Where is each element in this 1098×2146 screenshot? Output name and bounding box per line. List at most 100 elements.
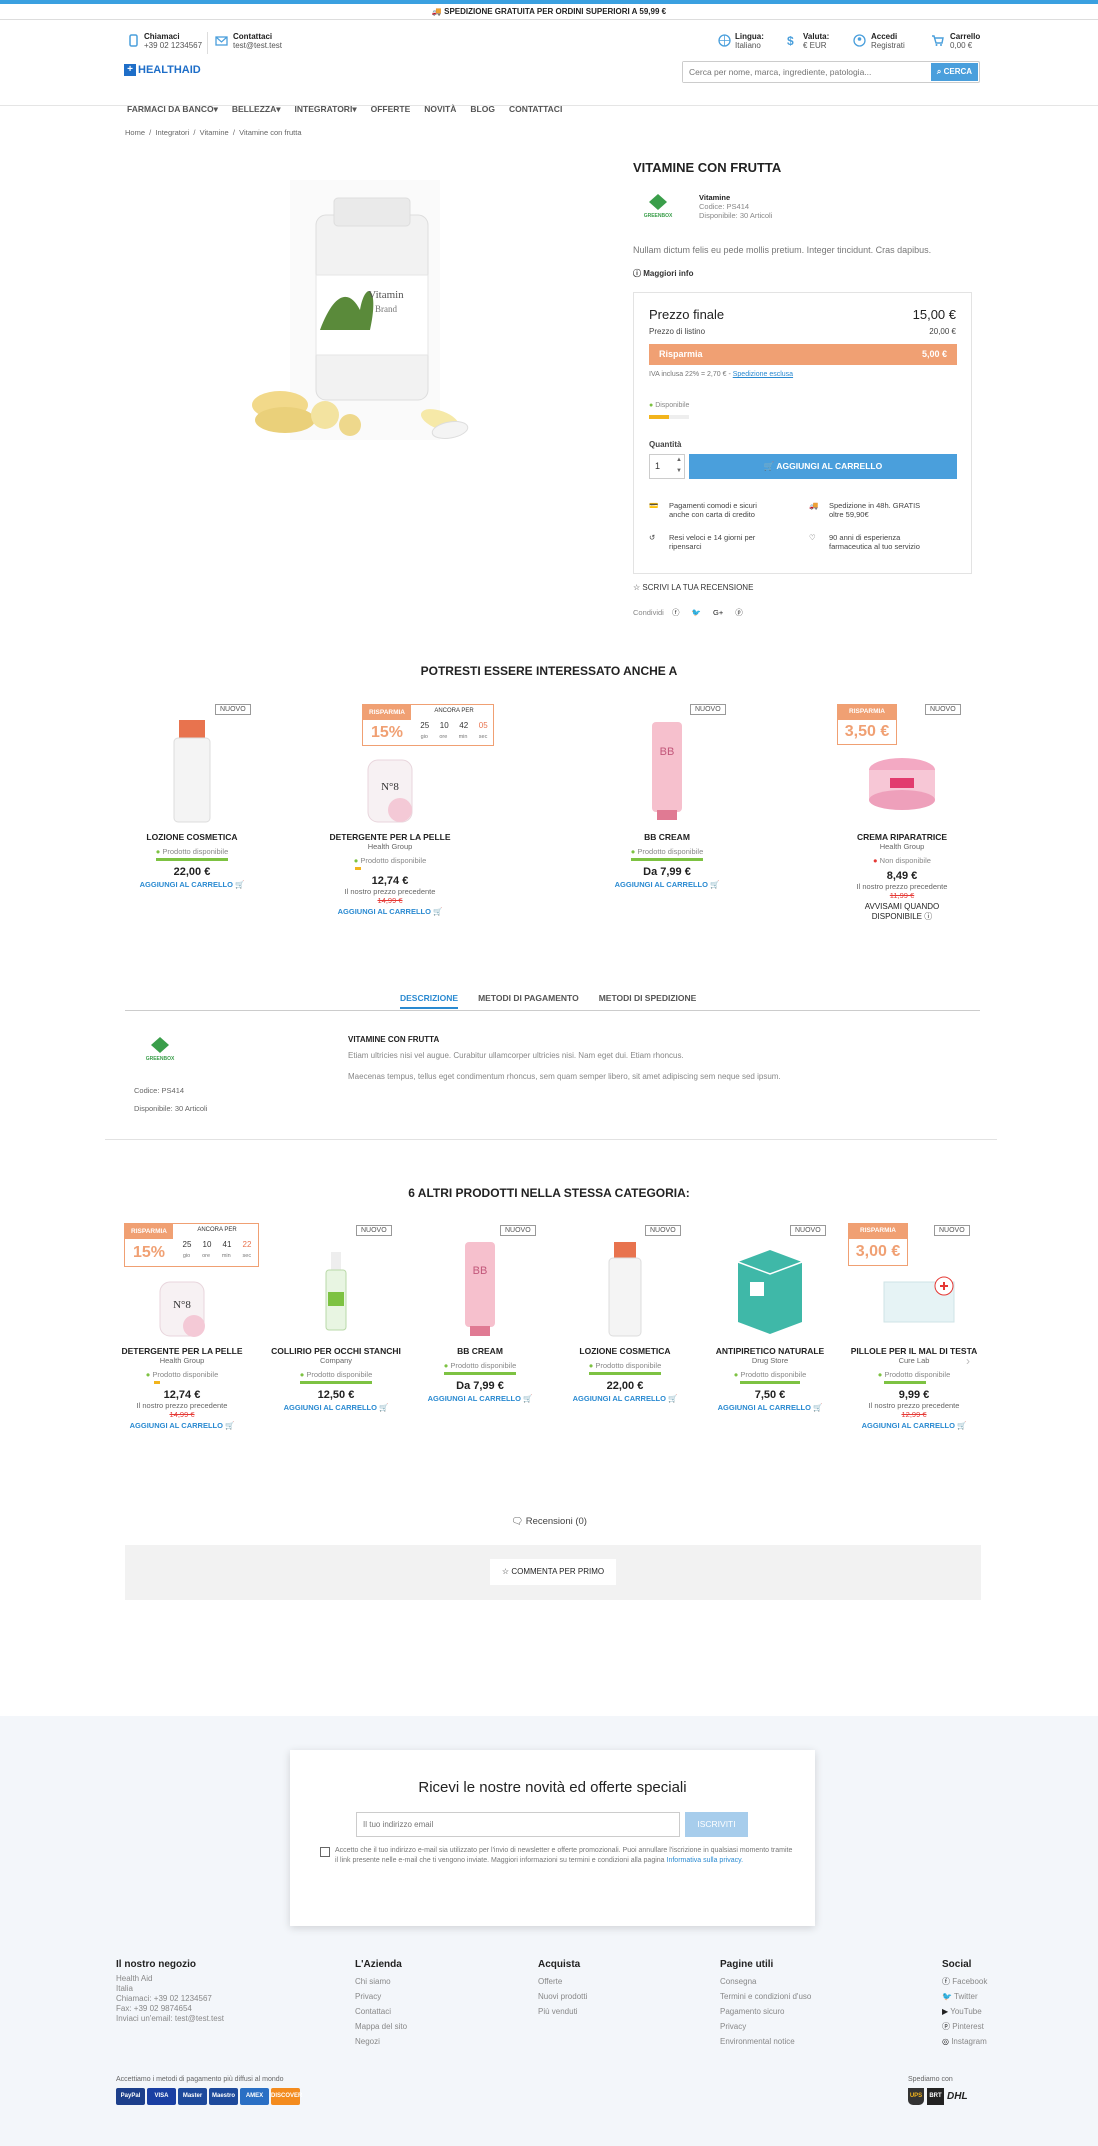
footer-link[interactable]: Privacy: [355, 1989, 407, 2004]
product-image[interactable]: Vitamin Brand: [240, 180, 500, 470]
breadcrumb-vitamine[interactable]: Vitamine: [200, 128, 229, 137]
product-card[interactable]: NUOVO LOZIONE COSMETICA ● Prodotto dispo…: [545, 1222, 705, 1403]
cart-link[interactable]: Carrello 0,00 €: [950, 32, 980, 50]
quantity-stepper[interactable]: 1 ▲ ▼: [649, 454, 685, 479]
add-to-cart-label: AGGIUNGI AL CARRELLO: [614, 880, 708, 889]
nav-item-integratori[interactable]: INTEGRATORI▾: [295, 104, 357, 115]
previous-price-label: Il nostro prezzo precedente: [136, 1401, 228, 1410]
add-to-cart-label: AGGIUNGI AL CARRELLO: [427, 1394, 521, 1403]
nav-item-contattaci[interactable]: CONTATTACI: [509, 104, 562, 115]
stepper-arrows-icon[interactable]: ▲ ▼: [676, 455, 682, 477]
footer-link[interactable]: Chi siamo: [355, 1974, 407, 1989]
tab-shipping[interactable]: METODI DI SPEDIZIONE: [599, 993, 697, 1009]
add-to-cart-link[interactable]: AGGIUNGI AL CARRELLO 🛒: [300, 907, 480, 916]
footer-link[interactable]: Negozi: [355, 2034, 407, 2049]
tab-description[interactable]: DESCRIZIONE: [400, 993, 459, 1009]
store-email[interactable]: Inviaci un'email: test@test.test: [116, 2014, 224, 2024]
currency-selector[interactable]: Valuta: € EUR: [803, 32, 829, 50]
product-card[interactable]: NUOVO BB BB CREAM ● Prodotto disponibile…: [577, 700, 757, 889]
language-label: Lingua:: [735, 32, 764, 41]
comment-first-button[interactable]: ☆ COMMENTA PER PRIMO: [490, 1559, 616, 1585]
nav-item-offerte[interactable]: OFFERTE: [371, 104, 411, 115]
footer-link[interactable]: Contattaci: [355, 2004, 407, 2019]
description-meta: Codice: PS414 Disponibile: 30 Articoli: [134, 1082, 207, 1118]
truck-icon: 🚚: [809, 501, 819, 510]
footer-link[interactable]: Privacy: [720, 2019, 811, 2034]
logo[interactable]: + HEALTHAID: [124, 64, 201, 77]
divider: [207, 32, 208, 54]
product-price: Da 7,99 €: [643, 866, 691, 878]
add-to-cart-link[interactable]: AGGIUNGI AL CARRELLO 🛒: [256, 1403, 416, 1412]
search-input[interactable]: [683, 62, 928, 82]
product-card[interactable]: RISPARMIA 15% ANCORA PER 25 10 42 05 gio ore…: [300, 700, 494, 916]
social-pinterest[interactable]: ⓟ Pinterest: [942, 2019, 987, 2034]
countdown-units: gio ore min sec: [415, 734, 493, 740]
nav-item-farmaci[interactable]: FARMACI DA BANCO▾: [127, 104, 218, 115]
notify-when-available[interactable]: AVVISAMI QUANDO DISPONIBILE ⓘ: [862, 902, 942, 922]
brand-logo[interactable]: GREENBOX: [643, 193, 673, 223]
product-brand: Cure Lab: [898, 1356, 930, 1365]
footer-link[interactable]: Nuovi prodotti: [538, 1989, 587, 2004]
footer-link[interactable]: Consegna: [720, 1974, 811, 1989]
login-link[interactable]: Accedi Registrati: [871, 32, 905, 50]
discover-icon: DISCOVER: [271, 2088, 302, 2105]
carousel-next-icon[interactable]: ›: [966, 1354, 970, 1368]
subscribe-button[interactable]: ISCRIVITI: [685, 1812, 748, 1837]
footer-link[interactable]: Pagamento sicuro: [720, 2004, 811, 2019]
add-to-cart-link[interactable]: AGGIUNGI AL CARRELLO 🛒: [102, 880, 282, 889]
pinterest-icon[interactable]: ⓟ: [735, 608, 743, 617]
reviews-area: ☆ COMMENTA PER PRIMO: [125, 1545, 981, 1600]
social-instagram[interactable]: ◎ Instagram: [942, 2034, 987, 2049]
twitter-icon[interactable]: 🐦: [692, 608, 701, 617]
shipping-excluded-link[interactable]: Spedizione esclusa: [733, 371, 793, 378]
product-name: COLLIRIO PER OCCHI STANCHI: [271, 1346, 401, 1356]
add-to-cart-link[interactable]: AGGIUNGI AL CARRELLO 🛒: [690, 1403, 850, 1412]
breadcrumb-home[interactable]: Home: [125, 128, 145, 137]
product-card[interactable]: NUOVO BB BB CREAM ● Prodotto disponibile…: [400, 1222, 560, 1403]
footer-shop: Acquista Offerte Nuovi prodotti Più vend…: [538, 1957, 587, 2019]
header-call[interactable]: Chiamaci +39 02 1234567: [144, 32, 202, 50]
footer-link[interactable]: Mappa del sito: [355, 2019, 407, 2034]
product-card[interactable]: RISPARMIA 3,50 € NUOVO CREMA RIPARATRICE…: [812, 700, 992, 922]
add-to-cart-link[interactable]: AGGIUNGI AL CARRELLO 🛒: [400, 1394, 560, 1403]
privacy-link[interactable]: Informativa sulla privacy.: [667, 1857, 744, 1864]
product-brand: Company: [319, 1356, 353, 1365]
product-card[interactable]: RISPARMIA 15% ANCORA PER 25 10 41 22 gio ore…: [102, 1222, 262, 1430]
footer-link[interactable]: Offerte: [538, 1974, 587, 1989]
add-to-cart-link[interactable]: AGGIUNGI AL CARRELLO 🛒: [102, 1421, 262, 1430]
write-review-link[interactable]: ☆ SCRIVI LA TUA RECENSIONE: [633, 583, 753, 592]
product-card[interactable]: NUOVO ANTIPIRETICO NATURALE Drug Store ●…: [690, 1222, 850, 1412]
footer-link[interactable]: Più venduti: [538, 2004, 587, 2019]
newsletter-email-input[interactable]: [356, 1812, 680, 1837]
product-thumbnail: BB: [465, 1242, 495, 1336]
nav-item-novita[interactable]: NOVITÀ: [424, 104, 456, 115]
product-card[interactable]: RISPARMIA 3,00 € NUOVO PILLOLE PER IL MA…: [834, 1222, 994, 1430]
social-twitter[interactable]: 🐦 Twitter: [942, 1989, 987, 2004]
brt-icon: BRT: [927, 2088, 944, 2105]
add-to-cart-link[interactable]: AGGIUNGI AL CARRELLO 🛒: [545, 1394, 705, 1403]
search-button[interactable]: ⌕ CERCA: [931, 63, 978, 81]
nav-item-bellezza[interactable]: BELLEZZA▾: [232, 104, 281, 115]
breadcrumb-integratori[interactable]: Integratori: [155, 128, 189, 137]
footer-link[interactable]: Environmental notice: [720, 2034, 811, 2049]
footer-link[interactable]: Termini e condizioni d'uso: [720, 1989, 811, 2004]
add-to-cart-link[interactable]: AGGIUNGI AL CARRELLO 🛒: [577, 880, 757, 889]
product-card[interactable]: NUOVO COLLIRIO PER OCCHI STANCHI Company…: [256, 1222, 416, 1412]
old-price: 12,99 €: [901, 1410, 927, 1419]
social-facebook[interactable]: ⓕ Facebook: [942, 1974, 987, 1989]
add-to-cart-button[interactable]: 🛒 AGGIUNGI AL CARRELLO: [689, 454, 957, 479]
tab-payment[interactable]: METODI DI PAGAMENTO: [478, 993, 579, 1009]
googleplus-icon[interactable]: G+: [713, 608, 723, 617]
consent-checkbox[interactable]: [320, 1847, 330, 1857]
add-to-cart-link[interactable]: AGGIUNGI AL CARRELLO 🛒: [834, 1421, 994, 1430]
header-contact[interactable]: Contattaci test@test.test: [233, 32, 282, 50]
social-youtube[interactable]: ▶ YouTube: [942, 2004, 987, 2019]
product-card[interactable]: NUOVO LOZIONE COSMETICA ● Prodotto dispo…: [102, 700, 282, 889]
facebook-icon[interactable]: ⓕ: [672, 608, 680, 617]
more-info-link[interactable]: ⓘ Maggiori info: [633, 268, 693, 279]
unit-minutes: min: [221, 1253, 231, 1259]
bottle-label-text: Vitamin: [368, 289, 404, 301]
product-name: LOZIONE COSMETICA: [579, 1346, 671, 1356]
language-selector[interactable]: Lingua: Italiano: [735, 32, 764, 50]
nav-item-blog[interactable]: BLOG: [470, 104, 495, 115]
